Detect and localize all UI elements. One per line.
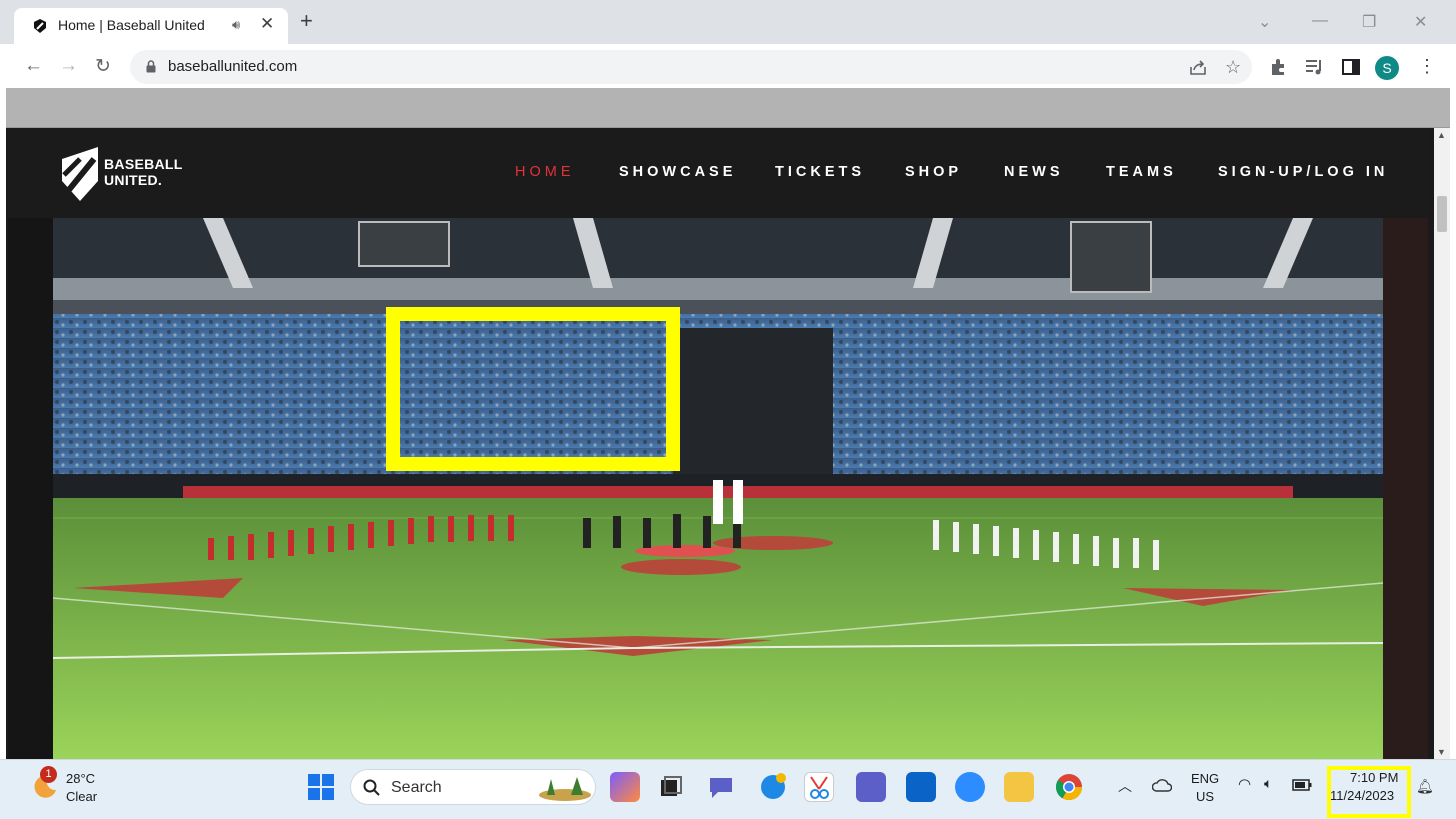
- outlook-icon[interactable]: [906, 772, 936, 802]
- nav-teams[interactable]: TEAMS: [1106, 164, 1177, 180]
- notification-bell-icon[interactable]: 🔔︎: [1416, 778, 1434, 795]
- tab-strip: Home | Baseball United 🔊︎ ✕ + ⌄ — ❐ ✕: [0, 0, 1456, 44]
- nav-tickets[interactable]: TICKETS: [775, 164, 865, 180]
- scissors-icon: [810, 776, 829, 799]
- menu-kebab-icon[interactable]: ⋮: [1418, 56, 1436, 77]
- forward-icon[interactable]: →: [59, 55, 78, 77]
- tab-close-icon[interactable]: ✕: [260, 14, 274, 34]
- logo-line2: UNITED.: [104, 172, 163, 188]
- page-side-margin-left: [8, 218, 53, 759]
- file-explorer-icon[interactable]: [1004, 772, 1034, 802]
- lock-icon: [146, 60, 156, 73]
- wifi-icon[interactable]: ◠: [1238, 775, 1251, 793]
- chrome-icon[interactable]: [1054, 772, 1084, 802]
- copilot-pre-icon[interactable]: [610, 772, 640, 802]
- back-icon[interactable]: ←: [24, 55, 43, 77]
- zoom-icon[interactable]: [955, 772, 985, 802]
- logo-shield-icon: [62, 147, 98, 201]
- new-tab-button[interactable]: +: [300, 10, 313, 32]
- scroll-down-icon[interactable]: ▼: [1437, 747, 1446, 757]
- baseball-united-logo[interactable]: BASEBALL UNITED.: [60, 145, 190, 203]
- site-header: BASEBALL UNITED. HOME SHOWCASE TICKETS S…: [8, 128, 1428, 218]
- profile-avatar[interactable]: S: [1375, 56, 1399, 80]
- get-help-icon[interactable]: [758, 772, 788, 802]
- scroll-up-icon[interactable]: ▲: [1437, 130, 1446, 140]
- media-control-icon[interactable]: [1305, 58, 1325, 76]
- stadium-video[interactable]: [53, 218, 1383, 759]
- windows-start-icon[interactable]: [306, 772, 336, 802]
- input-region[interactable]: US: [1196, 789, 1214, 804]
- baseball-united-favicon-icon: [34, 19, 46, 33]
- nav-news[interactable]: NEWS: [1004, 164, 1064, 180]
- scroll-thumb[interactable]: [1437, 196, 1447, 232]
- battery-icon[interactable]: [1292, 779, 1312, 791]
- url-text: baseballunited.com: [168, 58, 298, 75]
- teams-icon[interactable]: [856, 772, 886, 802]
- page-scrollbar[interactable]: ▲ ▼: [1434, 128, 1450, 759]
- taskbar-search-box[interactable]: Search: [350, 769, 596, 805]
- bookmark-star-icon[interactable]: ☆: [1225, 57, 1241, 78]
- tab-audio-icon[interactable]: 🔊︎: [232, 17, 240, 33]
- browser-tab[interactable]: Home | Baseball United 🔊︎ ✕: [14, 8, 288, 44]
- onedrive-icon[interactable]: [1152, 778, 1172, 792]
- tab-title: Home | Baseball United: [58, 17, 205, 33]
- share-icon[interactable]: [1188, 58, 1208, 78]
- restore-icon[interactable]: ❐: [1362, 12, 1376, 32]
- weather-notification-badge: 1: [40, 766, 57, 783]
- tab-search-icon[interactable]: ⌄: [1258, 12, 1271, 32]
- address-bar[interactable]: baseballunited.com: [130, 50, 1252, 84]
- volume-icon[interactable]: 🔈︎: [1264, 775, 1272, 792]
- nav-home[interactable]: HOME: [515, 164, 575, 180]
- show-hidden-icons-icon[interactable]: ︿: [1118, 776, 1132, 796]
- close-window-icon[interactable]: ✕: [1414, 12, 1427, 32]
- task-view-icon[interactable]: [656, 772, 686, 802]
- page-side-margin-right: [1383, 218, 1428, 759]
- weather-condition: Clear: [66, 789, 98, 804]
- logo-line1: BASEBALL: [104, 156, 183, 172]
- reload-icon[interactable]: ↻: [95, 55, 111, 78]
- windows-taskbar: 1 28°C Clear Search ︿ ENG US ◠ 🔈︎ 7:10 P…: [0, 759, 1456, 819]
- nav-signup-login[interactable]: SIGN-UP/LOG IN: [1218, 164, 1388, 180]
- clock-highlight-box: [1327, 766, 1411, 818]
- snipping-tool-icon[interactable]: [804, 772, 834, 802]
- search-icon: [363, 779, 380, 796]
- nav-showcase[interactable]: SHOWCASE: [619, 164, 736, 180]
- search-highlight-icon: [539, 777, 591, 801]
- nav-shop[interactable]: SHOP: [905, 164, 962, 180]
- input-language[interactable]: ENG: [1191, 771, 1219, 786]
- search-placeholder: Search: [391, 779, 442, 796]
- extensions-icon[interactable]: [1269, 58, 1288, 77]
- page-top-bar: [6, 88, 1450, 128]
- minimize-icon[interactable]: —: [1312, 12, 1328, 30]
- weather-temperature: 28°C: [66, 771, 96, 786]
- side-panel-icon[interactable]: [1342, 58, 1360, 76]
- web-page: BASEBALL UNITED. HOME SHOWCASE TICKETS S…: [6, 88, 1450, 759]
- teams-chat-icon[interactable]: [706, 772, 736, 802]
